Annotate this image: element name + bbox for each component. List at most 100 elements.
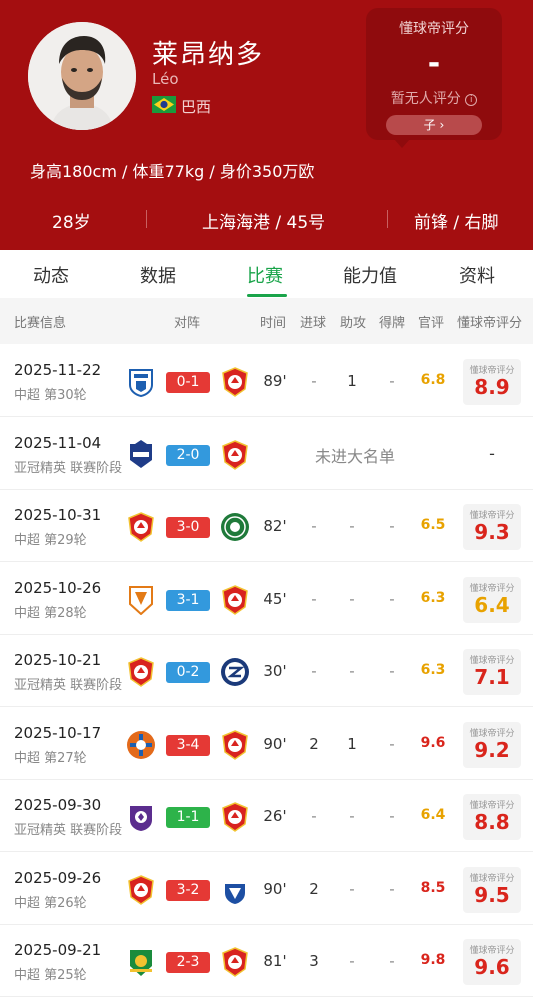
- tab-bar: 动态 数据 比赛 能力值 资料: [0, 250, 533, 298]
- dcd-rating: 6.4: [474, 592, 510, 617]
- tab-news[interactable]: 动态: [33, 262, 69, 288]
- minutes-played: 82': [263, 517, 287, 535]
- col-time: 时间: [260, 316, 287, 331]
- match-competition: 中超 第25轮: [14, 968, 87, 983]
- rating-card-value: -: [427, 46, 441, 81]
- assists: -: [349, 517, 355, 535]
- official-rating: 6.8: [420, 372, 446, 388]
- player-name-en: Léo: [152, 70, 179, 88]
- hiroshima-logo: [126, 802, 156, 832]
- player-age: 28岁: [52, 213, 91, 233]
- match-row[interactable]: 2025-10-26 中超 第28轮 3-1 45' - - - 6.3 懂球帝评分 6.4: [0, 562, 533, 635]
- goals: -: [311, 807, 317, 825]
- goals: 3: [309, 952, 319, 970]
- cards: -: [389, 952, 395, 970]
- match-score: 3-0: [166, 517, 210, 538]
- assists: -: [349, 807, 355, 825]
- beijing-guoan-logo: [126, 947, 156, 977]
- minutes-played: 90': [263, 879, 287, 898]
- cards: -: [389, 879, 395, 898]
- goals: 2: [309, 734, 319, 753]
- minutes-played: 81': [263, 952, 287, 970]
- tianjin-logo: [126, 585, 156, 615]
- player-avatar: [28, 22, 136, 130]
- dcd-rating-box[interactable]: 懂球帝评分 9.3: [463, 504, 521, 550]
- zhejiang-logo: [220, 512, 250, 542]
- col-official: 官评: [418, 316, 445, 331]
- buriram-logo: [126, 439, 156, 470]
- match-row[interactable]: 2025-09-21 中超 第25轮 2-3 81' 3 - - 9.8 懂球帝评分 9.6: [0, 925, 533, 997]
- shanghai-port-logo: [220, 947, 250, 977]
- col-dcd-rating: 懂球帝评分: [457, 316, 523, 331]
- rating-card[interactable]: 懂球帝评分 - 暂无人评分 i 子 ›: [366, 8, 502, 148]
- dcd-rating: -: [489, 443, 495, 463]
- goals: 2: [309, 879, 319, 898]
- rating-card-title: 懂球帝评分: [399, 21, 469, 37]
- minutes-played: 89': [263, 372, 287, 390]
- tab-matches[interactable]: 比赛: [247, 262, 283, 288]
- match-score: 3-1: [166, 589, 210, 611]
- match-row[interactable]: 2025-11-22 中超 第30轮 0-1 89' - 1 - 6.8 懂球帝评分 8.9: [0, 345, 533, 417]
- tab-profile[interactable]: 资料: [459, 262, 495, 288]
- player-position: 前锋 / 右脚: [414, 213, 499, 233]
- match-row[interactable]: 2025-11-04 亚冠精英 联赛阶段 2-0 未进大名单 -: [0, 417, 533, 490]
- col-lineup: 对阵: [174, 316, 201, 331]
- match-score: 2-0: [166, 444, 210, 466]
- dcd-rating: 9.3: [474, 520, 510, 544]
- cards: -: [389, 372, 395, 390]
- goals: -: [311, 589, 317, 608]
- divider: [387, 210, 388, 228]
- tab-ability[interactable]: 能力值: [343, 262, 397, 288]
- rating-card-none: 暂无人评分 i: [366, 88, 502, 108]
- match-row[interactable]: 2025-10-31 中超 第29轮 3-0 82' - - - 6.5 懂球帝评分 9.3: [0, 490, 533, 562]
- match-competition: 中超 第26轮: [14, 895, 87, 911]
- dcd-rating-box[interactable]: 懂球帝评分 6.4: [463, 576, 521, 623]
- official-rating: 9.6: [420, 734, 446, 751]
- dcd-rating: 8.8: [474, 810, 510, 834]
- player-club[interactable]: 上海海港 / 45号: [202, 208, 325, 233]
- cards: -: [389, 517, 395, 535]
- match-date: 2025-10-26: [14, 578, 102, 597]
- match-score: 0-2: [166, 662, 210, 683]
- dcd-rating: 8.9: [474, 375, 510, 399]
- dcd-rating-box[interactable]: 懂球帝评分 8.8: [463, 794, 521, 840]
- tab-stats[interactable]: 数据: [140, 262, 176, 288]
- divider: [146, 210, 147, 228]
- match-row[interactable]: 2025-09-26 中超 第26轮 3-2 90' 2 - - 8.5 懂球帝评分 9.5: [0, 852, 533, 925]
- shanghai-port-logo: [220, 367, 250, 397]
- dcd-rating: 7.1: [474, 665, 510, 689]
- assists: 1: [347, 372, 357, 390]
- goals: -: [311, 517, 317, 535]
- dcd-rating-box[interactable]: 懂球帝评分 7.1: [463, 649, 521, 695]
- shanghai-port-logo: [126, 657, 156, 687]
- official-rating: 9.8: [420, 952, 446, 968]
- dcd-rating-box[interactable]: 懂球帝评分 8.9: [463, 359, 521, 405]
- match-row[interactable]: 2025-10-17 中超 第27轮 3-4 90' 2 1 - 9.6 懂球帝评分 9.2: [0, 707, 533, 780]
- col-goals: 进球: [300, 316, 327, 331]
- assists: -: [349, 662, 355, 680]
- shanghai-port-logo: [220, 729, 250, 760]
- goals: -: [311, 372, 317, 390]
- rating-button[interactable]: 子 ›: [386, 115, 482, 135]
- tab-active-indicator: [247, 294, 287, 297]
- player-country: 巴西: [181, 98, 212, 116]
- match-row[interactable]: 2025-10-21 亚冠精英 联赛阶段 0-2 30' - - - 6.3 懂球帝评分 7.1: [0, 635, 533, 707]
- dcd-rating: 9.2: [474, 737, 510, 762]
- match-date: 2025-11-22: [14, 361, 102, 379]
- official-rating: 6.3: [420, 589, 446, 606]
- match-date: 2025-11-04: [14, 433, 102, 452]
- match-row[interactable]: 2025-09-30 亚冠精英 联赛阶段 1-1 26' - - - 6.4 懂球帝评分 8.8: [0, 780, 533, 852]
- meizhou-logo: [126, 730, 156, 760]
- dcd-rating-box[interactable]: 懂球帝评分 9.5: [463, 866, 521, 913]
- info-icon[interactable]: i: [465, 94, 478, 106]
- assists: -: [349, 879, 355, 898]
- shanghai-port-logo: [220, 439, 250, 470]
- player-stats: 身高180cm / 体重77kg / 身价350万欧: [30, 162, 315, 181]
- dcd-rating-box[interactable]: 懂球帝评分 9.2: [463, 721, 521, 768]
- shanghai-port-logo: [126, 874, 156, 905]
- match-date: 2025-10-21: [14, 651, 102, 669]
- dcd-rating-box[interactable]: 懂球帝评分 9.6: [463, 939, 521, 985]
- cards: -: [389, 807, 395, 825]
- match-competition: 中超 第30轮: [14, 388, 87, 403]
- dalian-logo: [126, 367, 156, 398]
